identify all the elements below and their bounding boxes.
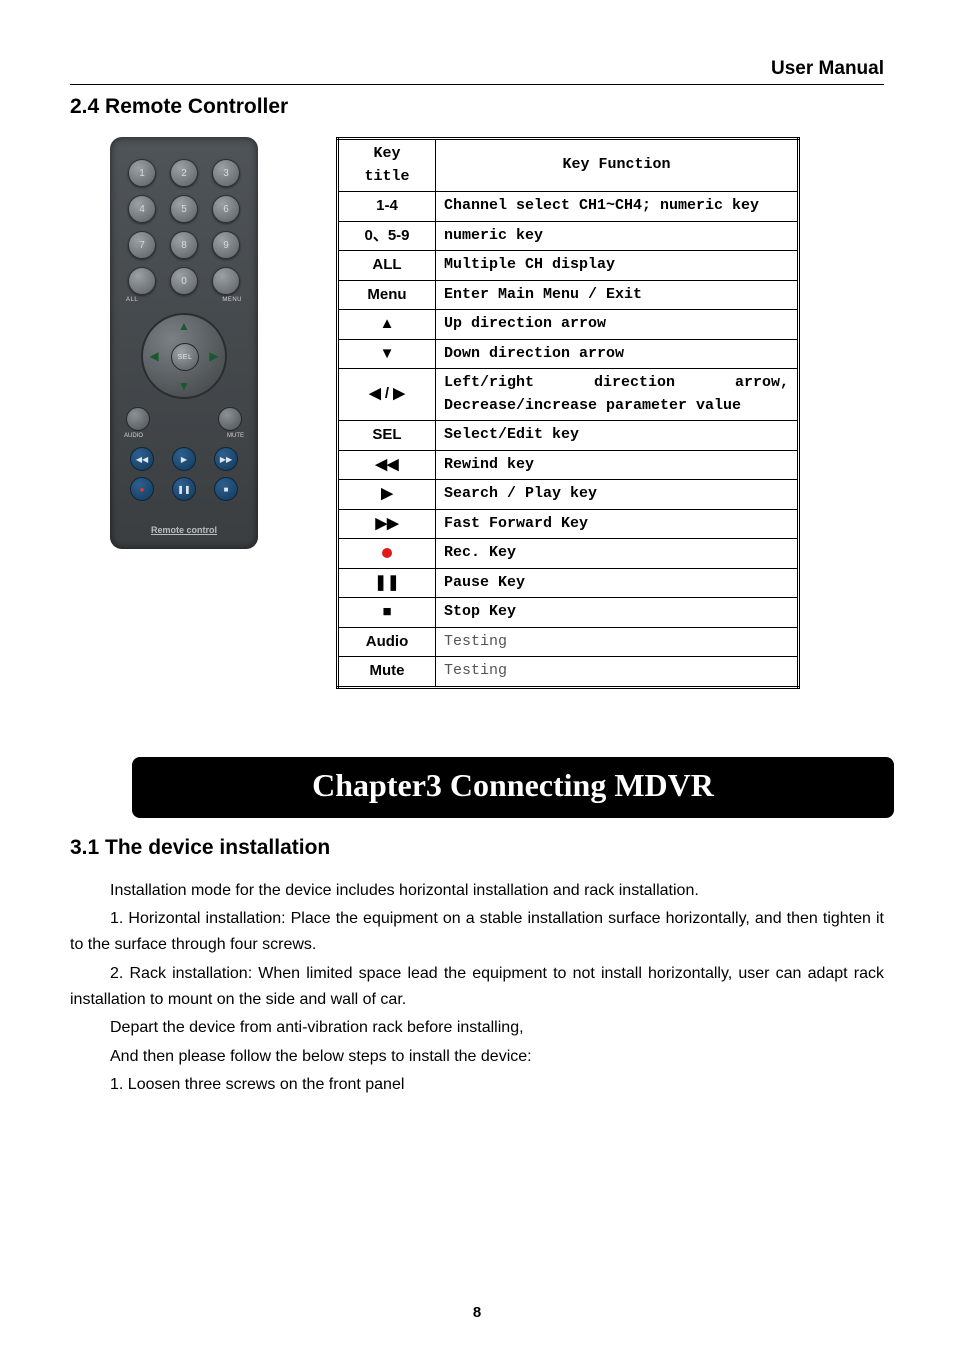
remote-key-5: 5: [170, 195, 198, 223]
fn-cell: Stop Key: [436, 598, 799, 628]
fn-cell: Select/Edit key: [436, 421, 799, 451]
remote-key-menu: [212, 267, 240, 295]
fn-cell: Fast Forward Key: [436, 509, 799, 539]
paragraph: Depart the device from anti-vibration ra…: [70, 1015, 884, 1041]
table-row: ❚❚Pause Key: [338, 568, 799, 598]
up-arrow-icon: ▲: [177, 319, 191, 333]
key-function-table: Key title Key Function 1-4Channel select…: [336, 137, 800, 689]
fn-cell: Rewind key: [436, 450, 799, 480]
table-row: 1-4Channel select CH1~CH4; numeric key: [338, 192, 799, 222]
remote-key-all: [128, 267, 156, 295]
key-cell: [338, 539, 436, 569]
remote-label-mute: MUTE: [227, 433, 244, 439]
paragraph: 1. Horizontal installation: Place the eq…: [70, 906, 884, 959]
section-3-1-heading: 3.1 The device installation: [70, 836, 884, 860]
remote-key-9: 9: [212, 231, 240, 259]
fn-cell: Channel select CH1~CH4; numeric key: [436, 192, 799, 222]
table-row: ▶Search / Play key: [338, 480, 799, 510]
key-cell: SEL: [338, 421, 436, 451]
chapter-3-heading: Chapter3 Connecting MDVR: [132, 757, 894, 818]
fn-cell: Testing: [436, 657, 799, 688]
table-row: ◀ / ▶Left/right direction arrow, Decreas…: [338, 369, 799, 421]
right-arrow-icon: ▶: [207, 349, 221, 363]
table-row: ▶▶Fast Forward Key: [338, 509, 799, 539]
paragraph: And then please follow the below steps t…: [70, 1044, 884, 1070]
table-row: ■Stop Key: [338, 598, 799, 628]
fn-cell: Pause Key: [436, 568, 799, 598]
remote-brand-label: Remote control: [110, 525, 258, 535]
table-row: ▲Up direction arrow: [338, 310, 799, 340]
section-3-1-body: Installation mode for the device include…: [70, 878, 884, 1099]
table-row: 0、5-9numeric key: [338, 221, 799, 251]
left-arrow-icon: ◀: [147, 349, 161, 363]
table-row: SELSelect/Edit key: [338, 421, 799, 451]
remote-play-button: ▶: [172, 447, 196, 471]
remote-key-1: 1: [128, 159, 156, 187]
table-header-key: Key title: [338, 139, 436, 192]
section-2-4-heading: 2.4 Remote Controller: [70, 95, 884, 119]
key-cell: ▶: [338, 480, 436, 510]
paragraph: 1. Loosen three screws on the front pane…: [70, 1072, 884, 1098]
key-cell: ▶▶: [338, 509, 436, 539]
key-cell: ◀ / ▶: [338, 369, 436, 421]
paragraph: 2. Rack installation: When limited space…: [70, 961, 884, 1014]
key-cell: ❚❚: [338, 568, 436, 598]
key-cell: ▼: [338, 339, 436, 369]
remote-rec-button: ●: [130, 477, 154, 501]
paragraph: Installation mode for the device include…: [70, 878, 884, 904]
remote-label-menu: MENU: [222, 297, 242, 303]
remote-key-0: 0: [170, 267, 198, 295]
remote-key-3: 3: [212, 159, 240, 187]
table-row: AudioTesting: [338, 627, 799, 657]
table-row: MuteTesting: [338, 657, 799, 688]
page-number: 8: [0, 1304, 954, 1321]
key-cell: ■: [338, 598, 436, 628]
remote-label-all: ALL: [126, 297, 138, 303]
remote-key-2: 2: [170, 159, 198, 187]
fn-cell: Enter Main Menu / Exit: [436, 280, 799, 310]
table-row: ALLMultiple CH display: [338, 251, 799, 281]
remote-key-7: 7: [128, 231, 156, 259]
remote-key-8: 8: [170, 231, 198, 259]
key-cell: Audio: [338, 627, 436, 657]
remote-mute-button: [218, 407, 242, 431]
key-cell: ALL: [338, 251, 436, 281]
key-cell: ▲: [338, 310, 436, 340]
remote-ff-button: ▶▶: [214, 447, 238, 471]
remote-figure: 1 2 3 4 5 6 7 8 9 0 ALL MENU: [110, 137, 280, 549]
key-cell: 1-4: [338, 192, 436, 222]
table-row: ▼Down direction arrow: [338, 339, 799, 369]
key-cell: ◀◀: [338, 450, 436, 480]
key-cell: Mute: [338, 657, 436, 688]
remote-audio-button: [126, 407, 150, 431]
fn-cell: Down direction arrow: [436, 339, 799, 369]
fn-cell: Search / Play key: [436, 480, 799, 510]
down-arrow-icon: ▼: [177, 379, 191, 393]
remote-label-audio: AUDIO: [124, 433, 143, 439]
fn-cell: Rec. Key: [436, 539, 799, 569]
remote-stop-button: ■: [214, 477, 238, 501]
key-cell: Menu: [338, 280, 436, 310]
remote-sel-button: SEL: [171, 343, 199, 371]
record-dot-icon: [382, 548, 392, 558]
fn-cell: Left/right direction arrow, Decrease/inc…: [436, 369, 799, 421]
header-title: User Manual: [70, 58, 884, 85]
table-row: Rec. Key: [338, 539, 799, 569]
key-cell: 0、5-9: [338, 221, 436, 251]
fn-cell: Up direction arrow: [436, 310, 799, 340]
table-header-row: Key title Key Function: [338, 139, 799, 192]
remote-key-4: 4: [128, 195, 156, 223]
remote-key-6: 6: [212, 195, 240, 223]
table-row: ◀◀Rewind key: [338, 450, 799, 480]
remote-dpad: ▲ ▼ ◀ ▶ SEL: [141, 313, 227, 399]
fn-cell: Testing: [436, 627, 799, 657]
table-row: MenuEnter Main Menu / Exit: [338, 280, 799, 310]
remote-pause-button: ❚❚: [172, 477, 196, 501]
remote-rewind-button: ◀◀: [130, 447, 154, 471]
table-header-fn: Key Function: [436, 139, 799, 192]
fn-cell: Multiple CH display: [436, 251, 799, 281]
fn-cell: numeric key: [436, 221, 799, 251]
